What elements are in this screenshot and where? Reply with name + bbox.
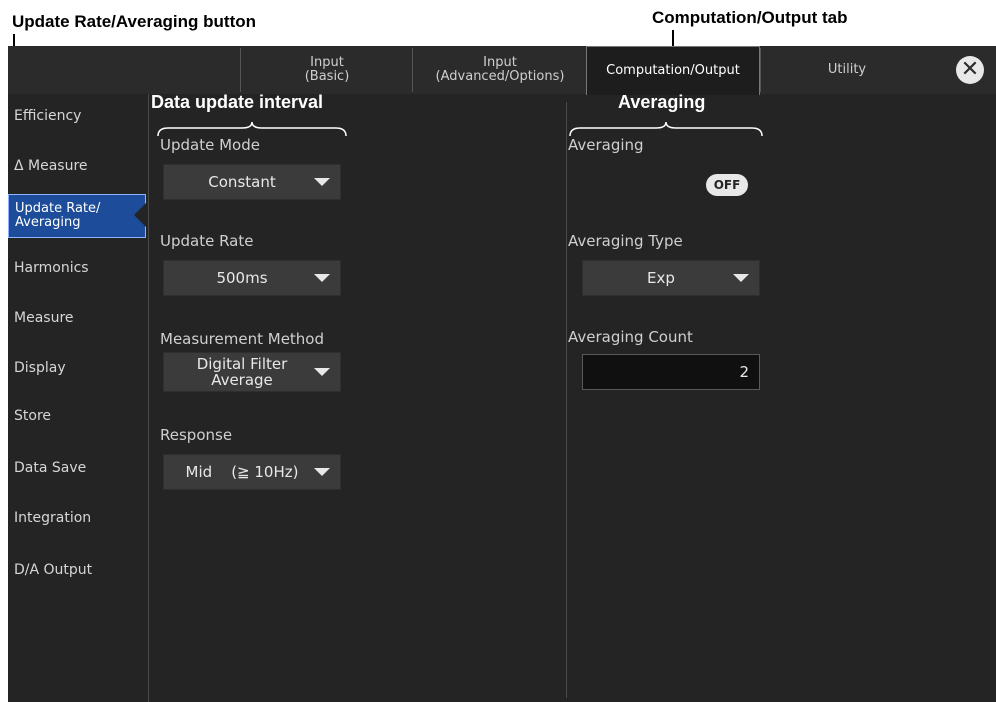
update-rate-label: Update Rate <box>160 232 254 250</box>
tab-bar: Input (Basic) Input (Advanced/Options) C… <box>8 46 996 95</box>
averaging-count-label: Averaging Count <box>568 328 693 346</box>
update-rate-value: 500ms <box>216 269 268 287</box>
chevron-down-icon <box>314 368 330 376</box>
averaging-label: Averaging <box>568 136 644 154</box>
response-dropdown[interactable]: Mid (≧ 10Hz) <box>163 454 341 490</box>
section-divider <box>566 102 567 698</box>
averaging-toggle[interactable]: OFF <box>706 174 748 196</box>
averaging-type-dropdown[interactable]: Exp <box>582 260 760 296</box>
tab-utility[interactable]: Utility <box>760 48 933 92</box>
update-rate-dropdown[interactable]: 500ms <box>163 260 341 296</box>
tab-computation-output[interactable]: Computation/Output <box>586 46 760 95</box>
update-mode-label: Update Mode <box>160 136 260 154</box>
response-label: Response <box>160 426 233 444</box>
response-value: Mid (≧ 10Hz) <box>185 463 299 481</box>
sidebar: Efficiency Δ Measure Update Rate/ Averag… <box>8 94 148 702</box>
sidebar-item-label: Update Rate/ Averaging <box>15 201 101 230</box>
update-mode-dropdown[interactable]: Constant <box>163 164 341 200</box>
sidebar-item-efficiency[interactable]: Efficiency <box>8 96 148 136</box>
tab-input-basic[interactable]: Input (Basic) <box>240 48 413 92</box>
sidebar-item-harmonics[interactable]: Harmonics <box>8 248 148 288</box>
sidebar-item-display[interactable]: Display <box>8 348 148 388</box>
section-title-data-update-interval: Data update interval <box>151 92 324 112</box>
callout-computation-output-tab: Computation/Output tab <box>652 8 848 27</box>
close-icon[interactable]: ✕ <box>956 56 984 84</box>
sidebar-item-delta-measure[interactable]: Δ Measure <box>8 146 148 186</box>
sidebar-item-store[interactable]: Store <box>8 396 148 436</box>
sidebar-item-data-save[interactable]: Data Save <box>8 448 148 488</box>
chevron-down-icon <box>314 274 330 282</box>
measurement-method-dropdown[interactable]: Digital Filter Average <box>163 352 341 392</box>
callout-update-rate-averaging-button: Update Rate/Averaging button <box>12 12 256 31</box>
sidebar-item-update-rate-averaging[interactable]: Update Rate/ Averaging <box>8 194 146 238</box>
measurement-method-value: Digital Filter Average <box>196 355 288 389</box>
sidebar-divider <box>148 94 149 702</box>
sidebar-item-integration[interactable]: Integration <box>8 498 148 538</box>
averaging-count-input[interactable]: 2 <box>582 354 760 390</box>
tab-input-advanced-options[interactable]: Input (Advanced/Options) <box>412 48 587 92</box>
chevron-down-icon <box>733 274 749 282</box>
measurement-method-label: Measurement Method <box>160 330 325 348</box>
averaging-type-label: Averaging Type <box>568 232 683 250</box>
chevron-down-icon <box>314 468 330 476</box>
selection-notch-icon <box>134 203 146 227</box>
section-title-averaging: Averaging <box>618 92 706 112</box>
settings-screen: Input (Basic) Input (Advanced/Options) C… <box>8 46 996 702</box>
averaging-type-value: Exp <box>647 269 675 287</box>
chevron-down-icon <box>314 178 330 186</box>
sidebar-item-measure[interactable]: Measure <box>8 298 148 338</box>
sidebar-item-da-output[interactable]: D/A Output <box>8 550 148 590</box>
update-mode-value: Constant <box>208 173 276 191</box>
